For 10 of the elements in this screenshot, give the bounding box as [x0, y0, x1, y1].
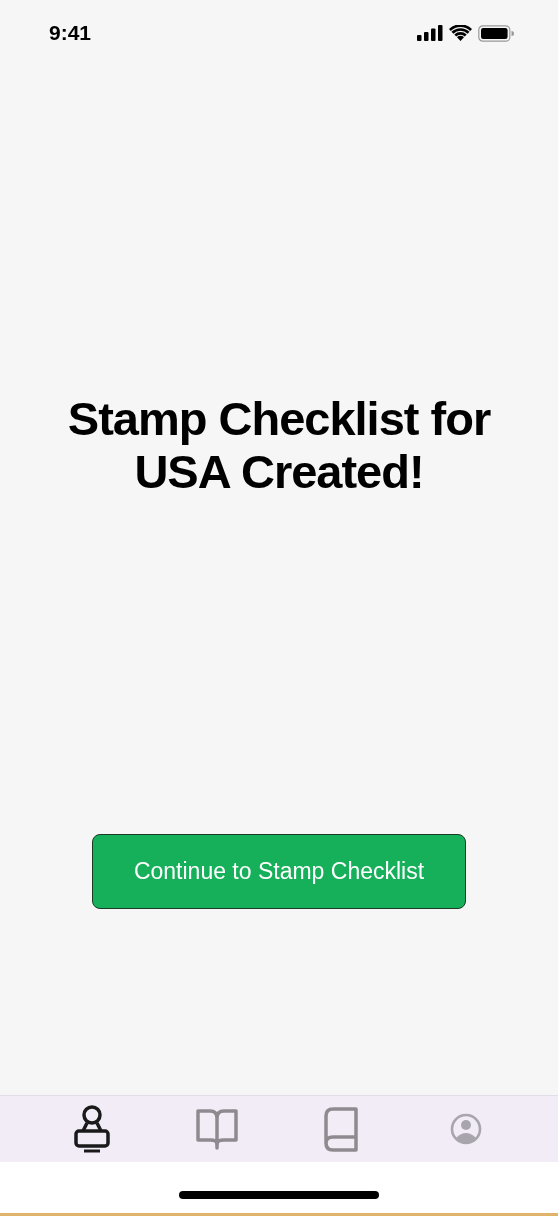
profile-icon [449, 1113, 482, 1145]
continue-button[interactable]: Continue to Stamp Checklist [92, 834, 466, 909]
headline: Stamp Checklist for USA Created! [66, 392, 492, 498]
stamp-icon [73, 1104, 112, 1154]
wifi-icon [449, 25, 472, 41]
book-icon [324, 1106, 359, 1152]
battery-icon [478, 24, 514, 42]
status-time: 9:41 [49, 21, 92, 45]
signal-icon [417, 25, 443, 41]
open-book-icon [195, 1108, 238, 1150]
